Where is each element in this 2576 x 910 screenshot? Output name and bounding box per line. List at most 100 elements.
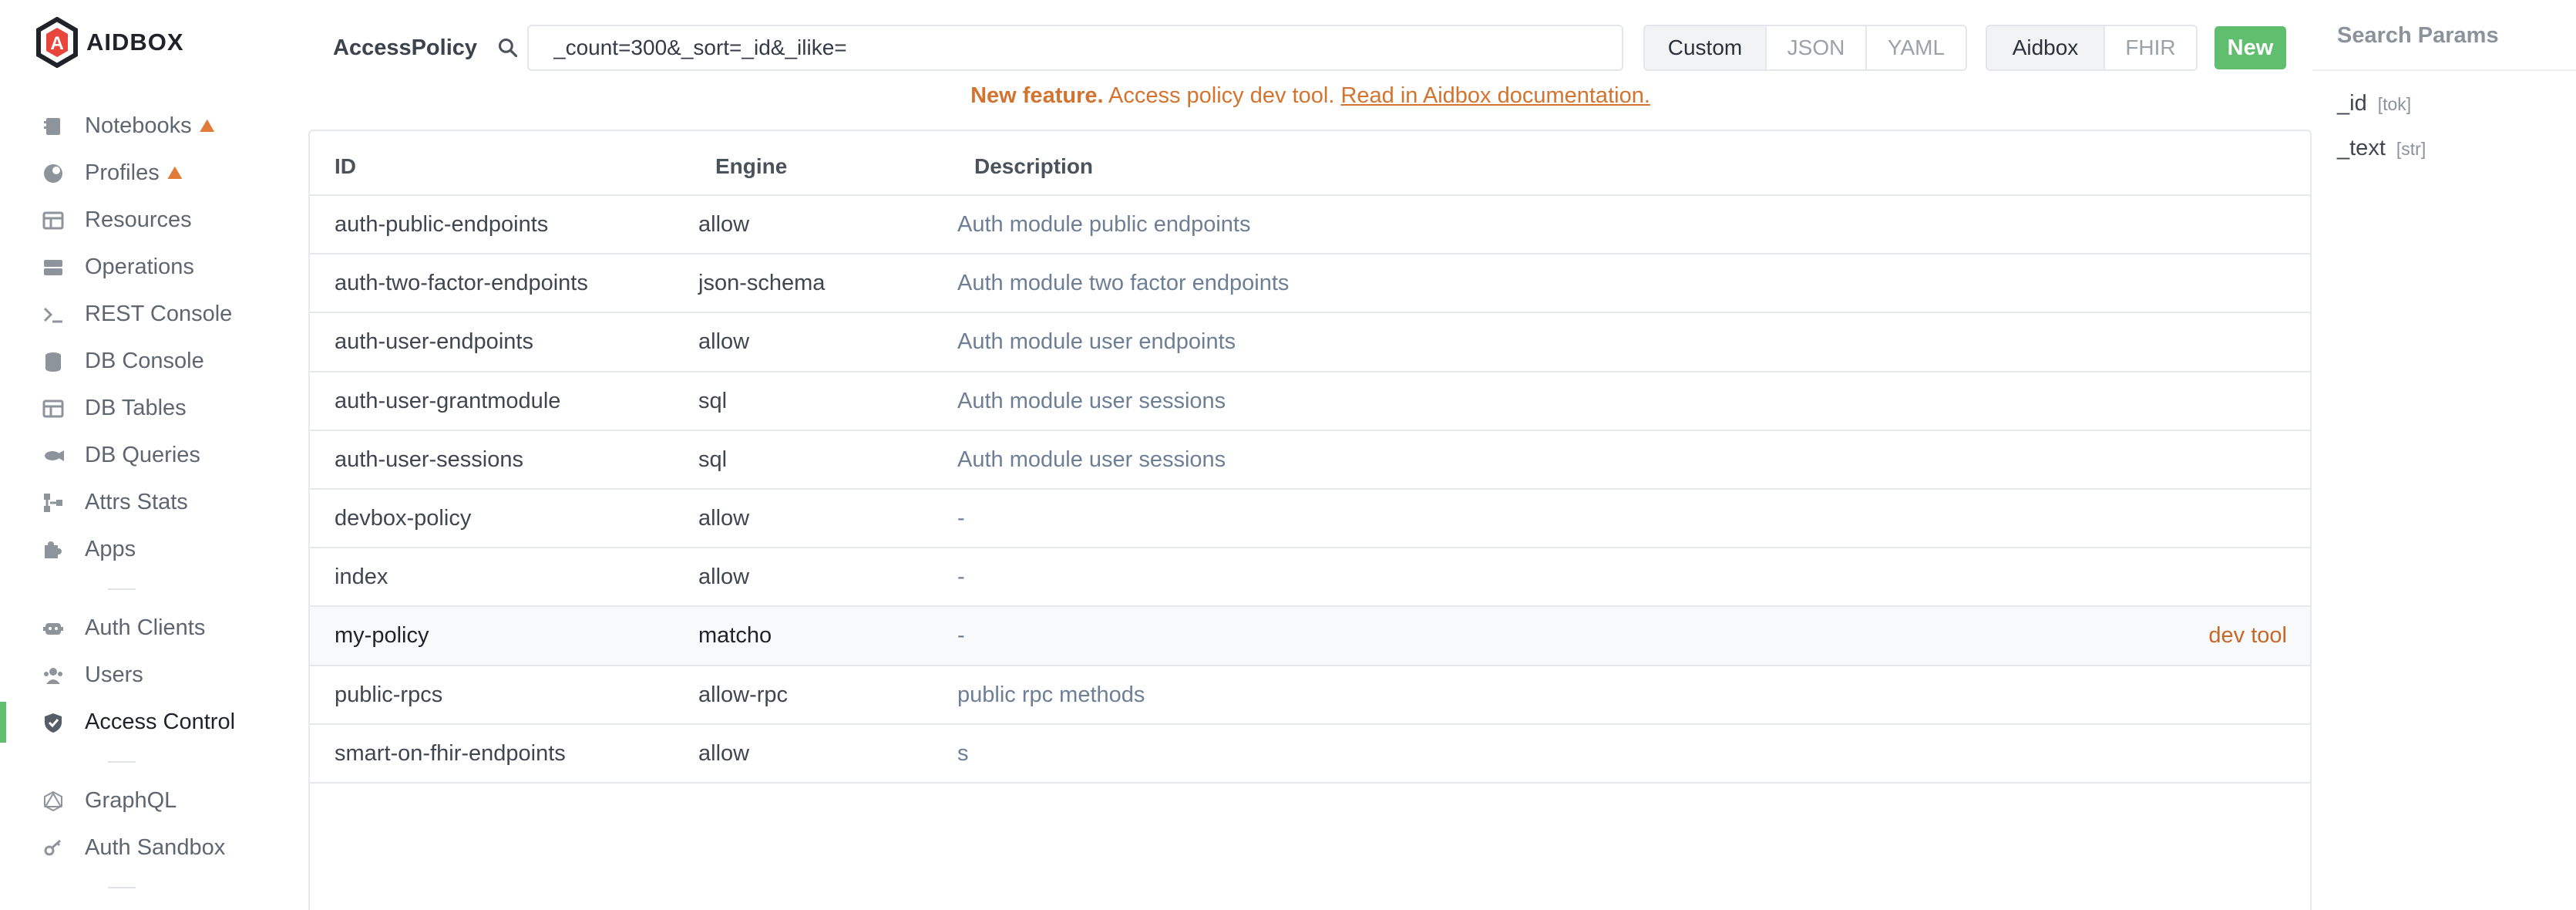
sidebar-item-label: Attrs Stats — [85, 490, 188, 514]
sidebar-item-notebooks[interactable]: Notebooks ⛰ — [0, 103, 308, 150]
param-type: [tok] — [2377, 94, 2412, 114]
table-row[interactable]: auth-user-grantmodule sql Auth module us… — [310, 372, 2310, 431]
sidebar-item-users[interactable]: Users — [0, 652, 308, 699]
search-params-panel: Search Params _id [tok] _text [str] — [2312, 0, 2576, 910]
panel-divider — [2312, 69, 2576, 71]
table-row[interactable]: auth-user-endpoints allow Auth module us… — [310, 313, 2310, 372]
resource-title: AccessPolicy — [333, 35, 478, 60]
sidebar-item-auth-sandbox[interactable]: Auth Sandbox — [0, 824, 308, 871]
table-row[interactable]: devbox-policy allow - — [310, 490, 2310, 549]
cell-description: - — [957, 565, 965, 590]
sidebar-item-auth-clients[interactable]: Auth Clients — [0, 605, 308, 652]
sidebar-divider — [0, 871, 308, 903]
access-policy-table: ID Engine Description auth-public-endpoi… — [308, 130, 2312, 910]
param-name: _text — [2337, 136, 2386, 160]
graph-icon — [40, 490, 66, 516]
beta-icon: ⛰ — [166, 162, 183, 184]
column-header-id[interactable]: ID — [335, 139, 356, 194]
table-row[interactable]: auth-user-sessions sql Auth module user … — [310, 431, 2310, 490]
resource-toolbar: AccessPolicy — [333, 23, 520, 72]
dev-tool-link[interactable]: dev tool — [2208, 607, 2287, 664]
svg-text:A: A — [50, 33, 63, 54]
search-query-input[interactable] — [527, 25, 1623, 71]
sidebar-item-apps[interactable]: Apps — [0, 526, 308, 573]
table-row[interactable]: public-rpcs allow-rpc public rpc methods — [310, 666, 2310, 725]
column-header-engine[interactable]: Engine — [715, 139, 787, 194]
sidebar-divider — [0, 573, 308, 605]
sidebar-item-label: Apps — [85, 537, 136, 561]
sidebar-item-rest-console[interactable]: REST Console — [0, 291, 308, 338]
sidebar-item-label: Access Control — [85, 709, 236, 734]
cell-id: auth-user-sessions — [335, 447, 523, 472]
shield-icon — [40, 709, 66, 736]
view-yaml-button[interactable]: YAML — [1867, 26, 1966, 69]
cell-description: Auth module public endpoints — [957, 212, 1251, 237]
sidebar-item-label: Auth Sandbox — [85, 835, 226, 860]
sidebar-item-label: Users — [85, 662, 143, 687]
table-icon — [40, 207, 66, 234]
graphql-icon — [40, 788, 66, 814]
view-mode-toggle: Custom JSON YAML — [1643, 25, 1967, 71]
beta-icon: ⛰ — [199, 115, 215, 136]
search-params-title: Search Params — [2337, 23, 2499, 48]
cell-description: Auth module user endpoints — [957, 329, 1236, 355]
sidebar-item-label: Auth Clients — [85, 615, 206, 640]
notice-strong: New feature. — [970, 83, 1104, 108]
cell-description: s — [957, 740, 969, 766]
notebook-icon — [40, 113, 66, 140]
sidebar-item-label: Notebooks — [85, 113, 192, 138]
format-toggle: Aidbox FHIR — [1986, 25, 2198, 71]
logo-text: AIDBOX — [86, 29, 184, 56]
table-row[interactable]: my-policy matcho - dev tool — [310, 607, 2310, 666]
sidebar-item-db-console[interactable]: DB Console — [0, 338, 308, 385]
table-row[interactable]: auth-two-factor-endpoints json-schema Au… — [310, 254, 2310, 314]
cell-description: public rpc methods — [957, 682, 1145, 707]
aidbox-logo[interactable]: A AIDBOX — [35, 17, 184, 68]
search-param-item[interactable]: _id [tok] — [2337, 91, 2411, 116]
table-row[interactable]: index allow - — [310, 548, 2310, 608]
sidebar-item-graphql[interactable]: GraphQL — [0, 777, 308, 824]
sidebar-item-access-control[interactable]: Access Control — [0, 699, 308, 746]
new-button[interactable]: New — [2214, 26, 2286, 69]
sidebar-item-attrs-stats[interactable]: Attrs Stats — [0, 479, 308, 526]
sidebar-item-label: DB Tables — [85, 396, 187, 420]
puzzle-icon — [40, 537, 66, 563]
cell-description: - — [957, 505, 965, 531]
sidebar-item-label: Profiles — [85, 160, 160, 185]
cell-engine: matcho — [698, 623, 772, 649]
table-row[interactable]: auth-public-endpoints allow Auth module … — [310, 196, 2310, 255]
column-header-description[interactable]: Description — [974, 139, 1093, 194]
sidebar-item-label: Resources — [85, 207, 192, 232]
cell-engine: json-schema — [698, 271, 826, 296]
cell-description: - — [957, 623, 965, 649]
cell-engine: allow — [698, 212, 750, 237]
query-icon — [40, 443, 66, 469]
sidebar-item-profiles[interactable]: Profiles ⛰ — [0, 150, 308, 197]
format-aidbox-button[interactable]: Aidbox — [1987, 26, 2105, 69]
view-custom-button[interactable]: Custom — [1645, 26, 1767, 69]
sidebar-item-db-tables[interactable]: DB Tables — [0, 385, 308, 432]
sidebar-divider — [0, 746, 308, 777]
server-icon — [40, 254, 66, 281]
cell-description: Auth module user sessions — [957, 388, 1226, 413]
cell-engine: allow-rpc — [698, 682, 789, 707]
cell-id: devbox-policy — [335, 505, 472, 531]
key-icon — [40, 835, 66, 861]
search-param-item[interactable]: _text [str] — [2337, 136, 2426, 161]
sidebar-item-operations[interactable]: Operations — [0, 244, 308, 291]
view-json-button[interactable]: JSON — [1767, 26, 1867, 69]
sidebar-item-db-queries[interactable]: DB Queries — [0, 432, 308, 479]
profile-icon — [40, 160, 66, 187]
cell-id: index — [335, 565, 388, 590]
cell-engine: allow — [698, 740, 750, 766]
table-body: auth-public-endpoints allow Auth module … — [310, 196, 2310, 784]
users-icon — [40, 662, 66, 689]
format-fhir-button[interactable]: FHIR — [2105, 26, 2196, 69]
cell-engine: sql — [698, 447, 728, 472]
table-row[interactable]: smart-on-fhir-endpoints allow s — [310, 725, 2310, 784]
documentation-link[interactable]: Read in Aidbox documentation. — [1340, 83, 1650, 108]
search-icon[interactable] — [496, 35, 520, 60]
robot-icon — [40, 615, 66, 642]
cell-id: auth-user-endpoints — [335, 329, 533, 355]
sidebar-item-resources[interactable]: Resources — [0, 197, 308, 244]
